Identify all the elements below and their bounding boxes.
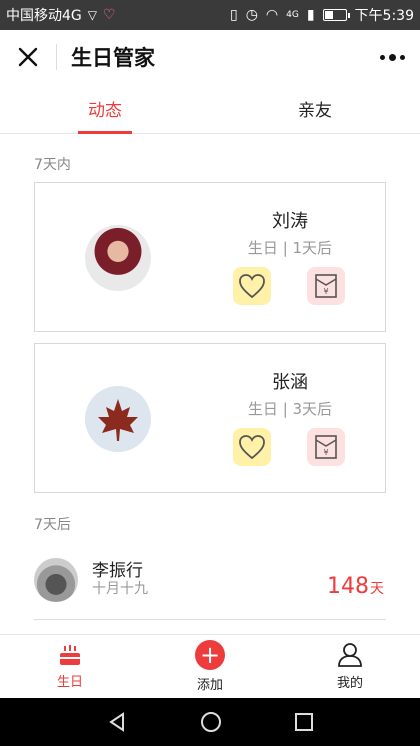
tab-friends[interactable]: 亲友 <box>210 84 420 133</box>
battery-icon <box>322 9 350 21</box>
avatar <box>34 558 78 602</box>
nav-mine[interactable]: 我的 <box>280 635 420 698</box>
red-envelope-icon: ¥ <box>315 435 337 459</box>
recents-icon[interactable] <box>294 712 314 732</box>
more-dot-icon <box>399 54 405 60</box>
signal-icon: ▮ <box>306 7 315 23</box>
svg-text:¥: ¥ <box>323 287 328 296</box>
cake-icon <box>60 645 80 665</box>
days-value: 148 <box>327 574 369 599</box>
birthday-countdown: 生日 | 3天后 <box>247 400 333 418</box>
more-button[interactable] <box>364 30 420 84</box>
red-envelope-icon: ¥ <box>315 274 337 298</box>
network-label: 4G <box>286 10 299 20</box>
home-icon[interactable] <box>199 710 223 734</box>
birthday-card[interactable]: 刘涛 生日 | 1天后 ¥ <box>34 182 386 332</box>
birthday-countdown: 生日 | 1天后 <box>247 239 333 257</box>
page-title: 生日管家 <box>71 46 155 70</box>
clock-label: 下午5:39 <box>354 8 414 24</box>
nav-birthday-label: 生日 <box>56 675 83 690</box>
send-blessing-button[interactable] <box>233 428 271 466</box>
status-bar: 中国移动4G ▽ ♡ ▯ ◷ ◠ 4G ▮ 下午5:39 <box>0 0 420 30</box>
birthday-date: 十月十九 <box>92 581 148 597</box>
nav-add-label: 添加 <box>196 678 223 693</box>
days-remaining: 148天 <box>327 574 384 599</box>
tab-feed[interactable]: 动态 <box>0 84 210 134</box>
app-header: 生日管家 <box>0 30 420 84</box>
heart-icon <box>239 274 265 299</box>
svg-text:¥: ¥ <box>323 448 328 457</box>
tab-bar: 动态 亲友 <box>0 84 420 134</box>
send-blessing-button[interactable] <box>233 267 271 305</box>
user-icon <box>338 643 362 667</box>
section-after-7-days: 7天后 <box>34 517 71 533</box>
avatar <box>85 225 151 291</box>
add-icon: + <box>195 640 225 670</box>
nav-add[interactable]: + 添加 <box>140 635 280 698</box>
alarm-icon: ◷ <box>245 7 258 23</box>
carrier-label: 中国移动4G <box>6 8 82 24</box>
send-gift-button[interactable]: ¥ <box>307 428 345 466</box>
section-within-7-days: 7天内 <box>34 157 71 173</box>
shield-icon: ▽ <box>87 8 97 22</box>
maple-leaf-icon <box>98 399 138 441</box>
back-icon[interactable] <box>106 711 128 733</box>
more-dot-icon <box>379 54 385 60</box>
bottom-nav: 生日 + 添加 我的 <box>0 634 420 698</box>
avatar <box>85 386 151 452</box>
wifi-icon: ◠ <box>265 7 279 23</box>
list-item[interactable]: 李振行 十月十九 148天 <box>34 544 386 620</box>
contact-name: 刘涛 <box>272 211 308 232</box>
send-gift-button[interactable]: ¥ <box>307 267 345 305</box>
nav-birthday[interactable]: 生日 <box>0 635 140 698</box>
header-divider <box>56 44 57 70</box>
more-dot-icon <box>388 53 396 61</box>
vibrate-icon: ▯ <box>229 7 238 23</box>
system-nav-bar <box>0 698 420 746</box>
close-button[interactable] <box>0 30 56 84</box>
days-unit: 天 <box>370 581 384 597</box>
nav-mine-label: 我的 <box>336 676 363 691</box>
birthday-card[interactable]: 张涵 生日 | 3天后 ¥ <box>34 343 386 493</box>
heart-monitor-icon: ♡ <box>103 7 116 23</box>
contact-name: 张涵 <box>272 372 308 393</box>
heart-icon <box>239 435 265 460</box>
close-icon <box>18 47 38 67</box>
